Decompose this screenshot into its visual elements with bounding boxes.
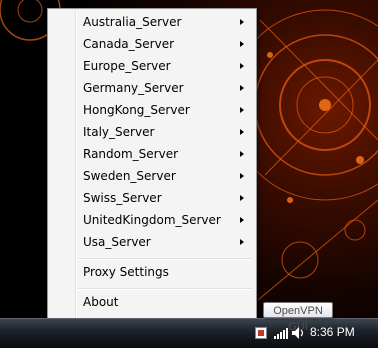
- openvpn-tray-icon[interactable]: [255, 327, 267, 339]
- submenu-arrow-icon: [240, 63, 244, 69]
- submenu-arrow-icon: [240, 151, 244, 157]
- menu-separator: [78, 288, 253, 290]
- menu-item-label: Australia_Server: [83, 15, 182, 29]
- menu-item-label: HongKong_Server: [83, 103, 190, 117]
- submenu-arrow-icon: [240, 239, 244, 245]
- network-signal-icon[interactable]: [274, 327, 288, 339]
- menu-item-label: Usa_Server: [83, 235, 151, 249]
- menu-item-about[interactable]: About: [50, 291, 254, 313]
- menu-item-label: UnitedKingdom_Server: [83, 213, 221, 227]
- menu-separator: [78, 258, 253, 260]
- menu-item-hongkong-server[interactable]: HongKong_Server: [50, 99, 254, 121]
- submenu-arrow-icon: [240, 19, 244, 25]
- menu-item-canada-server[interactable]: Canada_Server: [50, 33, 254, 55]
- menu-item-label: Sweden_Server: [83, 169, 176, 183]
- menu-item-label: Swiss_Server: [83, 191, 162, 205]
- tray-context-menu: Australia_Server Canada_Server Europe_Se…: [47, 8, 257, 338]
- tray-tooltip: OpenVPN GUI: [263, 302, 333, 333]
- submenu-arrow-icon: [240, 129, 244, 135]
- submenu-arrow-icon: [240, 85, 244, 91]
- menu-item-label: Italy_Server: [83, 125, 155, 139]
- submenu-arrow-icon: [240, 217, 244, 223]
- menu-item-label: Europe_Server: [83, 59, 171, 73]
- menu-item-europe-server[interactable]: Europe_Server: [50, 55, 254, 77]
- submenu-arrow-icon: [240, 41, 244, 47]
- taskbar-clock[interactable]: 8:36 PM: [310, 325, 355, 339]
- menu-item-label: Random_Server: [83, 147, 179, 161]
- menu-item-label: Proxy Settings: [83, 265, 169, 279]
- menu-item-label: About: [83, 295, 119, 309]
- menu-item-italy-server[interactable]: Italy_Server: [50, 121, 254, 143]
- menu-item-label: Germany_Server: [83, 81, 184, 95]
- menu-item-unitedkingdom-server[interactable]: UnitedKingdom_Server: [50, 209, 254, 231]
- menu-item-germany-server[interactable]: Germany_Server: [50, 77, 254, 99]
- menu-item-swiss-server[interactable]: Swiss_Server: [50, 187, 254, 209]
- menu-item-australia-server[interactable]: Australia_Server: [50, 11, 254, 33]
- menu-item-random-server[interactable]: Random_Server: [50, 143, 254, 165]
- submenu-arrow-icon: [240, 173, 244, 179]
- menu-item-sweden-server[interactable]: Sweden_Server: [50, 165, 254, 187]
- menu-item-label: Canada_Server: [83, 37, 175, 51]
- submenu-arrow-icon: [240, 107, 244, 113]
- speaker-icon[interactable]: [292, 327, 305, 339]
- submenu-arrow-icon: [240, 195, 244, 201]
- menu-item-proxy-settings[interactable]: Proxy Settings: [50, 261, 254, 283]
- menu-item-usa-server[interactable]: Usa_Server: [50, 231, 254, 253]
